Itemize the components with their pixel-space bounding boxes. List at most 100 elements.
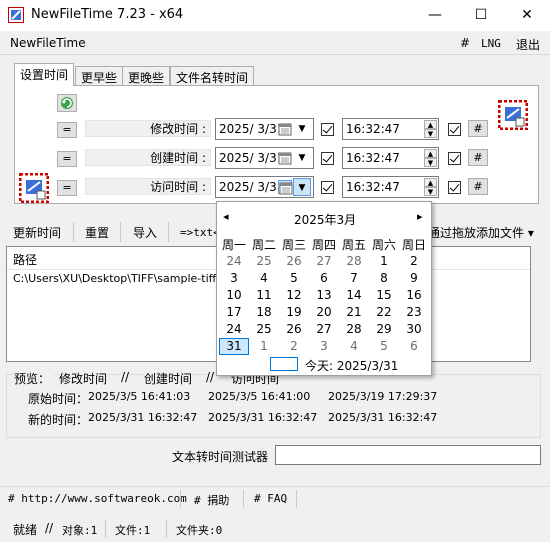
calendar-day[interactable]: 9 [399,271,429,285]
txt-button[interactable]: =>txt< [180,226,220,239]
tab-earlier[interactable]: 更早些 [75,66,124,85]
calendar-day[interactable]: 26 [279,322,309,336]
calendar-day[interactable]: 17 [219,305,249,319]
list-header-path[interactable]: 路径 [13,251,37,268]
accessed-date-picker[interactable]: 2025/ 3/31 ▼ [215,176,314,198]
accessed-eq-button[interactable]: = [57,180,77,196]
faq-link[interactable]: # FAQ [254,492,287,505]
created-time-field[interactable]: 16:32:47 ▲ ▼ [342,147,439,169]
calendar-day[interactable]: 3 [219,271,249,285]
update-time-button[interactable]: 更新时间 [13,224,61,241]
calendar-day[interactable]: 2 [279,339,309,353]
calendar-day[interactable]: 25 [249,254,279,268]
spin-down-icon[interactable]: ▼ [424,187,437,196]
calendar-day[interactable]: 29 [369,322,399,336]
chevron-down-icon[interactable]: ▼ [293,178,311,196]
calendar-day[interactable]: 23 [399,305,429,319]
created-hash-button[interactable]: # [468,149,488,166]
reset-button[interactable]: 重置 [85,224,109,241]
calendar-day[interactable]: 5 [279,271,309,285]
text-to-time-tester-input[interactable] [275,445,541,465]
modified-date-checkbox[interactable] [321,123,334,136]
calendar-day[interactable]: 6 [399,339,429,353]
menu-lng[interactable]: LNG [481,37,501,50]
calendar-day[interactable]: 11 [249,288,279,302]
calendar-icon[interactable] [278,122,292,136]
modified-time-checkbox[interactable] [448,123,461,136]
calendar-day[interactable]: 13 [309,288,339,302]
modified-eq-button[interactable]: = [57,122,77,138]
left-app-icon[interactable] [18,172,50,204]
import-button[interactable]: 导入 [133,224,157,241]
spin-up-icon[interactable]: ▲ [424,149,437,158]
today-button[interactable]: 今天: 2025/3/31 [305,357,398,374]
calendar-day[interactable]: 5 [369,339,399,353]
maximize-button[interactable]: ☐ [458,0,504,31]
modified-hash-button[interactable]: # [468,120,488,137]
modified-time-field[interactable]: 16:32:47 ▲ ▼ [342,118,439,140]
website-link[interactable]: # http://www.softwareok.com [8,492,187,505]
calendar-day[interactable]: 28 [339,254,369,268]
calendar-day[interactable]: 20 [309,305,339,319]
minimize-button[interactable]: — [412,0,458,31]
accessed-hash-button[interactable]: # [468,178,488,195]
calendar-day[interactable]: 12 [279,288,309,302]
calendar-day[interactable]: 16 [399,288,429,302]
tab-filename-to-time[interactable]: 文件名转时间 [170,66,255,85]
calendar-day[interactable]: 19 [279,305,309,319]
accessed-time-field[interactable]: 16:32:47 ▲ ▼ [342,176,439,198]
calendar-day[interactable]: 8 [369,271,399,285]
spin-up-icon[interactable]: ▲ [424,178,437,187]
calendar-icon[interactable] [278,151,292,165]
calendar-day[interactable]: 18 [249,305,279,319]
calendar-day[interactable]: 1 [249,339,279,353]
calendar-day[interactable]: 28 [339,322,369,336]
chevron-down-icon[interactable]: ▼ [293,120,311,138]
drag-add-files-button[interactable]: 通过拖放添加文件 ▾ [428,224,534,241]
spin-down-icon[interactable]: ▼ [424,158,437,167]
calendar-month-title[interactable]: 2025年3月 [294,211,356,228]
created-time-checkbox[interactable] [448,152,461,165]
calendar-day[interactable]: 24 [219,322,249,336]
right-app-icon[interactable] [497,99,529,131]
accessed-date-checkbox[interactable] [321,181,334,194]
accessed-time-checkbox[interactable] [448,181,461,194]
calendar-day[interactable]: 15 [369,288,399,302]
calendar-day[interactable]: 7 [339,271,369,285]
list-item[interactable]: C:\Users\XU\Desktop\TIFF\sample-tiff-fil… [13,272,237,285]
chevron-down-icon[interactable]: ▼ [293,149,311,167]
calendar-day[interactable]: 21 [339,305,369,319]
tab-set-time[interactable]: 设置时间 [14,63,75,86]
calendar-day[interactable]: 6 [309,271,339,285]
calendar-day[interactable]: 4 [249,271,279,285]
tab-later[interactable]: 更晚些 [122,66,171,85]
calendar-day[interactable]: 30 [399,322,429,336]
calendar-day[interactable]: 22 [369,305,399,319]
calendar-day[interactable]: 27 [309,322,339,336]
menu-hash[interactable]: # [460,36,470,50]
calendar-day[interactable]: 2 [399,254,429,268]
calendar-day[interactable]: 1 [369,254,399,268]
calendar-day[interactable]: 26 [279,254,309,268]
spin-down-icon[interactable]: ▼ [424,129,437,138]
calendar-day-selected[interactable]: 31 [219,339,249,353]
menu-app-name[interactable]: NewFileTime [10,36,86,50]
refresh-icon[interactable] [57,94,77,112]
created-date-picker[interactable]: 2025/ 3/31 ▼ [215,147,314,169]
calendar-day[interactable]: 3 [309,339,339,353]
calendar-day[interactable]: 14 [339,288,369,302]
calendar-day[interactable]: 27 [309,254,339,268]
calendar-day[interactable]: 4 [339,339,369,353]
calendar-day[interactable]: 10 [219,288,249,302]
donate-link[interactable]: # 捐助 [194,492,229,508]
prev-month-button[interactable]: ◂ [223,210,229,223]
calendar-icon[interactable] [278,180,293,195]
created-date-checkbox[interactable] [321,152,334,165]
close-button[interactable]: ✕ [504,0,550,31]
next-month-button[interactable]: ▸ [417,210,423,223]
calendar-day[interactable]: 25 [249,322,279,336]
calendar-day[interactable]: 24 [219,254,249,268]
created-eq-button[interactable]: = [57,151,77,167]
modified-date-picker[interactable]: 2025/ 3/31 ▼ [215,118,314,140]
spin-up-icon[interactable]: ▲ [424,120,437,129]
